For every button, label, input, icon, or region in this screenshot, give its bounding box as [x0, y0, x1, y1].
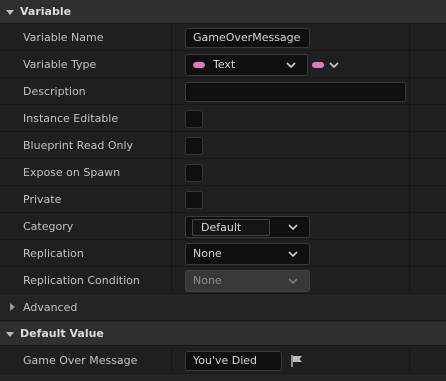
chevron-down-icon[interactable] [287, 221, 299, 233]
section-title: Advanced [23, 300, 78, 314]
column-divider [409, 347, 410, 374]
property-row-description: Description [0, 78, 446, 105]
property-label: Variable Name [23, 31, 104, 44]
column-divider[interactable] [171, 186, 172, 213]
column-divider[interactable] [171, 213, 172, 240]
column-divider [409, 105, 410, 132]
column-divider [409, 186, 410, 213]
property-label: Variable Type [23, 58, 97, 71]
replication-dropdown[interactable]: None [185, 242, 310, 265]
variable-name-input[interactable]: GameOverMessage [185, 27, 310, 48]
chevron-down-icon [286, 61, 296, 68]
replication-condition-value: None [193, 274, 222, 287]
property-row-instance-editable: Instance Editable [0, 105, 446, 132]
details-panel: Variable Variable Name GameOverMessage V… [0, 0, 446, 381]
chevron-down-icon [288, 277, 298, 284]
section-title: Default Value [20, 327, 104, 340]
column-divider[interactable] [171, 240, 172, 267]
column-divider [409, 213, 410, 240]
property-label: Expose on Spawn [23, 166, 121, 179]
description-input[interactable] [185, 81, 406, 102]
section-advanced[interactable]: Advanced [0, 294, 446, 321]
section-header-default-value[interactable]: Default Value [0, 322, 446, 346]
column-divider [409, 24, 410, 51]
replication-value: None [193, 247, 222, 260]
column-divider [409, 267, 410, 294]
column-divider [409, 51, 410, 78]
column-divider [409, 240, 410, 267]
flag-icon[interactable] [290, 354, 304, 368]
replication-condition-dropdown: None [185, 269, 310, 292]
variable-type-value: Text [213, 58, 236, 71]
property-label: Blueprint Read Only [23, 139, 134, 152]
blueprint-read-only-checkbox[interactable] [185, 136, 203, 155]
property-row-variable-name: Variable Name GameOverMessage [0, 24, 446, 51]
column-divider[interactable] [171, 132, 172, 159]
instance-editable-checkbox[interactable] [185, 109, 203, 128]
property-label: Game Over Message [23, 354, 138, 367]
column-divider[interactable] [171, 159, 172, 186]
chevron-down-icon [329, 61, 339, 68]
section-header-variable[interactable]: Variable [0, 0, 446, 24]
column-divider [409, 132, 410, 159]
property-row-expose-on-spawn: Expose on Spawn [0, 159, 446, 186]
pill-icon [193, 61, 205, 68]
column-divider[interactable] [171, 51, 172, 78]
column-divider [409, 78, 410, 105]
triangle-down-icon [0, 329, 20, 339]
column-divider[interactable] [171, 267, 172, 294]
property-label: Private [23, 193, 62, 206]
property-row-game-over-message: Game Over Message You've Died [0, 347, 446, 374]
expose-on-spawn-checkbox[interactable] [185, 163, 203, 182]
property-row-private: Private [0, 186, 446, 213]
pill-icon [312, 61, 324, 68]
property-label: Replication Condition [23, 274, 140, 287]
property-label: Replication [23, 247, 84, 260]
column-divider[interactable] [171, 347, 172, 374]
column-divider[interactable] [171, 24, 172, 51]
property-label: Description [23, 85, 86, 98]
private-checkbox[interactable] [185, 190, 203, 209]
game-over-message-input[interactable]: You've Died [185, 350, 282, 371]
property-row-variable-type: Variable Type Text [0, 51, 446, 78]
chevron-down-icon [288, 250, 298, 257]
triangle-down-icon [0, 7, 20, 17]
property-row-replication: Replication None [0, 240, 446, 267]
category-input[interactable]: Default [192, 218, 270, 236]
column-divider[interactable] [171, 78, 172, 105]
container-type-dropdown[interactable] [312, 59, 340, 71]
column-divider [409, 159, 410, 186]
category-combo[interactable]: Default [185, 215, 310, 238]
triangle-right-icon [0, 302, 23, 312]
variable-type-dropdown[interactable]: Text [185, 53, 308, 76]
column-divider[interactable] [171, 105, 172, 132]
property-row-category: Category Default [0, 213, 446, 240]
property-label: Instance Editable [23, 112, 119, 125]
property-row-blueprint-read-only: Blueprint Read Only [0, 132, 446, 159]
property-row-replication-condition: Replication Condition None [0, 267, 446, 294]
property-label: Category [23, 220, 74, 233]
section-title: Variable [20, 5, 72, 18]
